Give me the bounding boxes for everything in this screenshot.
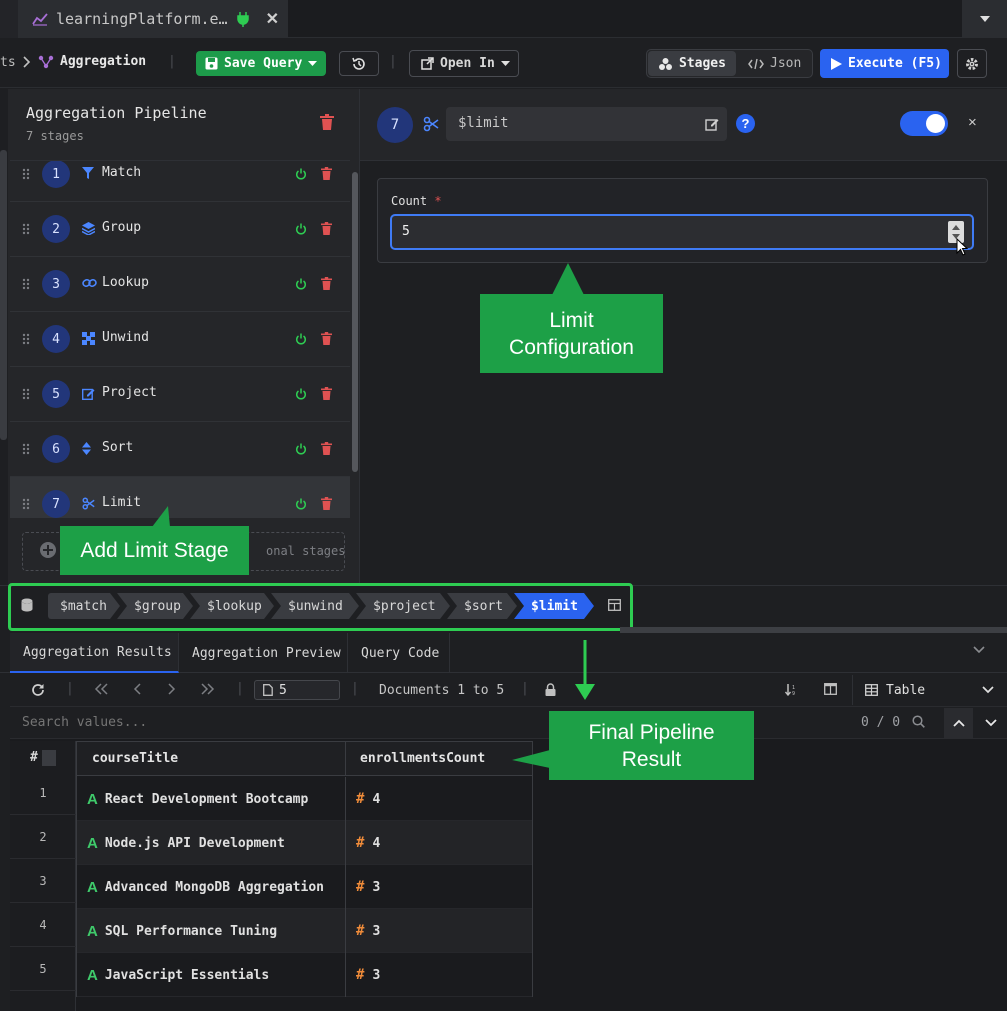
callout-limit-line1: Limit (549, 308, 594, 332)
callout-arrows (152, 263, 595, 768)
callout-limit-configuration: Limit Configuration (480, 294, 663, 373)
callout-pointer-final (512, 750, 550, 768)
callout-limit-line2: Configuration (509, 335, 634, 359)
callout-pointer-add (152, 506, 170, 527)
callout-final-pipeline-result: Final Pipeline Result (549, 711, 754, 780)
callout-final-line1: Final Pipeline (588, 720, 715, 744)
callout-add-limit-stage: Add Limit Stage (60, 526, 249, 575)
arrow-head (575, 684, 595, 700)
callout-pointer-limit (552, 263, 584, 295)
callout-final-line2: Result (621, 747, 682, 771)
